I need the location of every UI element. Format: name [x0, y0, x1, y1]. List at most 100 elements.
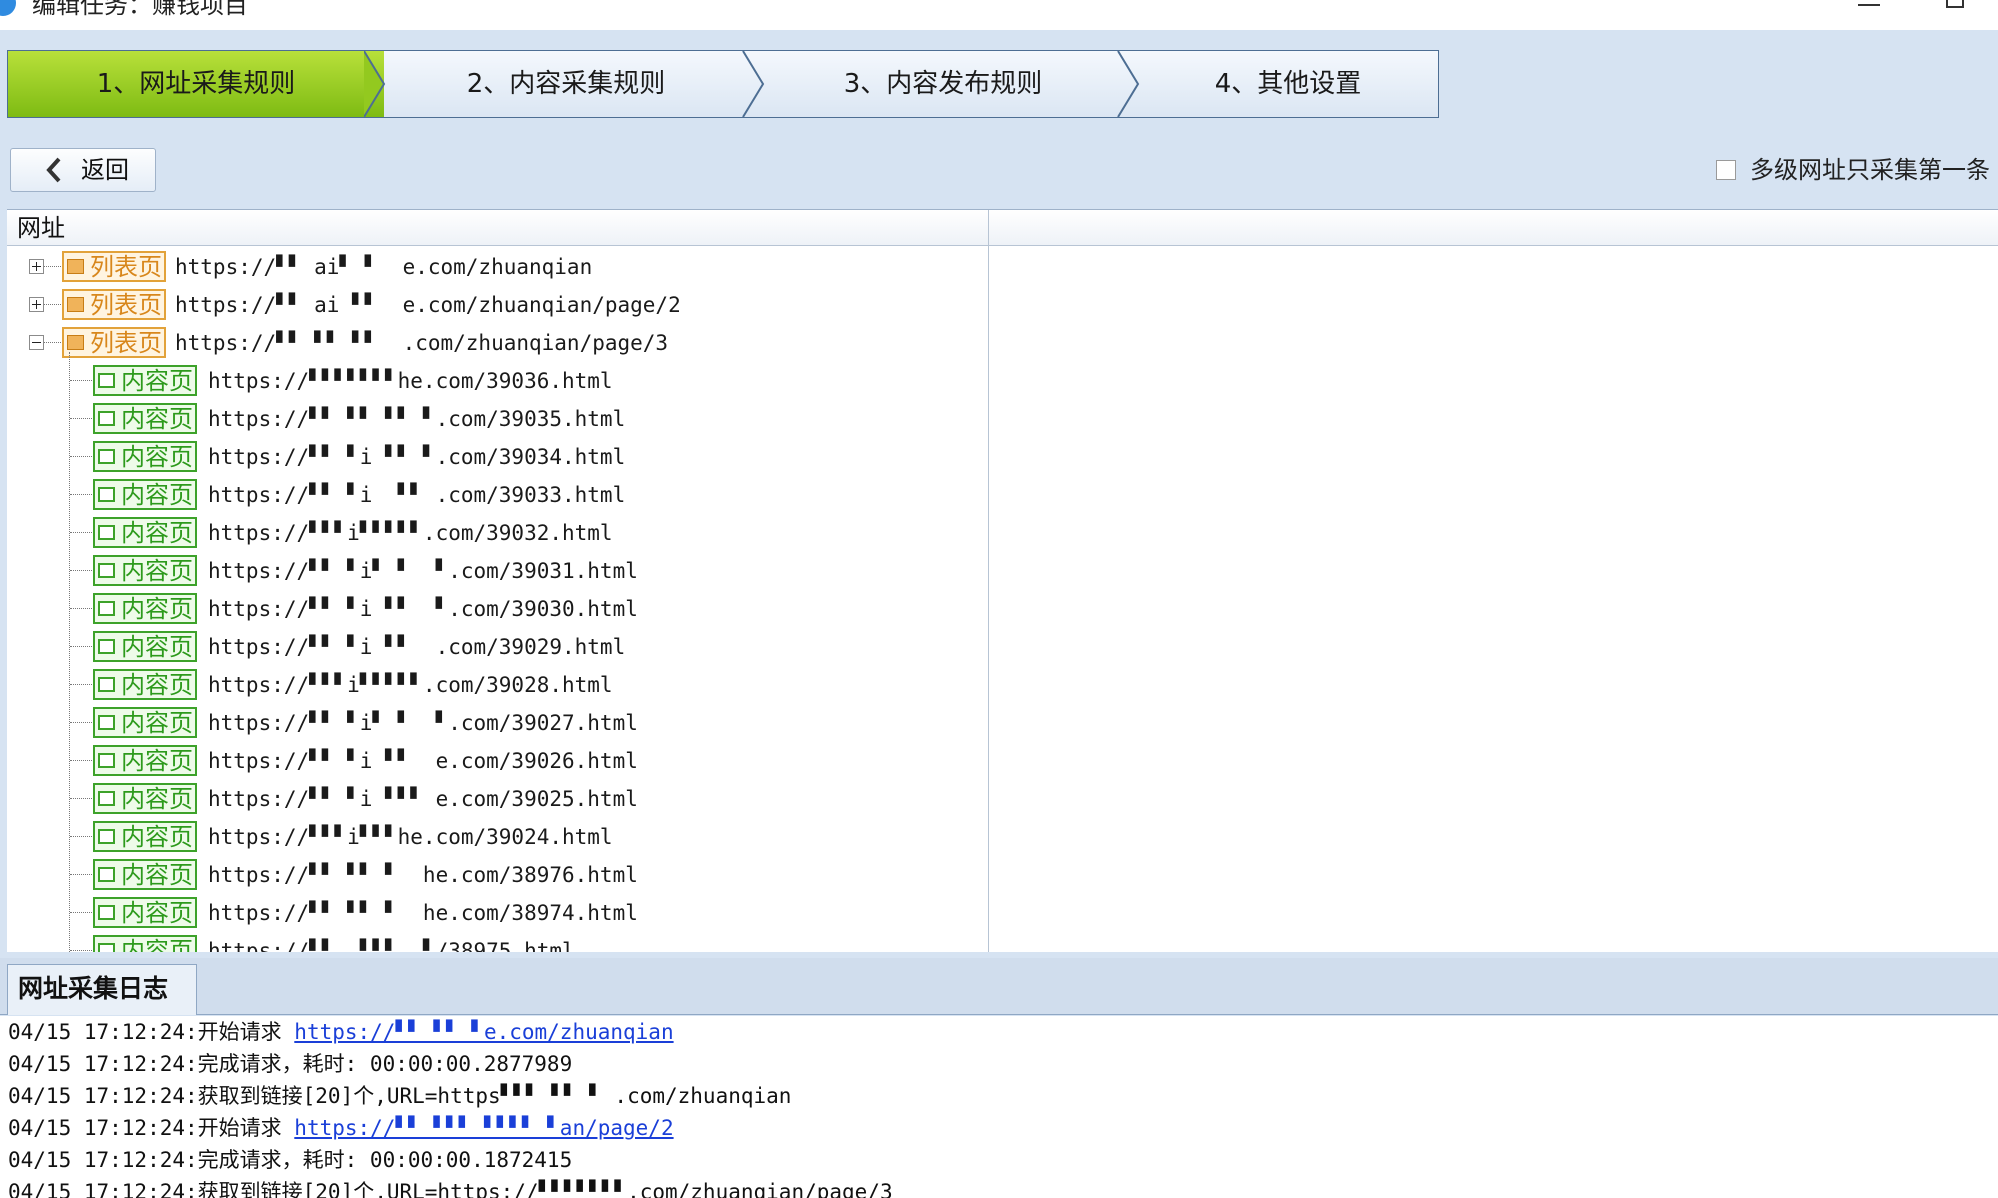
content-page-badge: 内容页	[93, 365, 197, 396]
content-page-url: https://▘▘▘i▘▘▘he.com/39024.html	[208, 825, 613, 849]
back-button[interactable]: 返回	[10, 148, 156, 192]
step-label: 4、其他设置	[1214, 69, 1362, 99]
badge-label: 内容页	[121, 557, 193, 585]
content-page-row[interactable]: 内容页 https://▘▘ ▘▘ ▘▘ ▘.com/39035.html	[7, 400, 987, 438]
content-page-row[interactable]: 内容页 https://▘▘▘i▘▘▘▘▘.com/39032.html	[7, 514, 987, 552]
step-content-rules[interactable]: 2、内容采集规则	[386, 51, 746, 117]
content-page-row[interactable]: 内容页 https://▘▘ ▘i ▘▘ .com/39029.html	[7, 628, 987, 666]
log-link[interactable]: https://▘▘ ▘▘ ▘e.com/zhuanqian	[294, 1020, 673, 1044]
window-title-bar: 编辑任务：赚钱项目	[0, 0, 1998, 30]
back-button-label: 返回	[81, 156, 129, 184]
badge-label: 内容页	[121, 937, 193, 952]
badge-label: 列表页	[90, 291, 162, 319]
content-page-row[interactable]: 内容页 https://▘▘ ▘▘▘ ▘/38975.html	[7, 932, 987, 952]
list-page-row[interactable]: 列表页 https://▘▘ ai ▘▘ e.com/zhuanqian/page…	[7, 286, 987, 324]
log-line: 04/15 17:12:24:完成请求，耗时: 00:00:00.2877989	[8, 1048, 572, 1080]
content-page-url: https://▘▘ ▘i ▘▘ .com/39029.html	[208, 635, 626, 659]
external-link-icon	[98, 563, 115, 578]
step-url-rules[interactable]: 1、网址采集规则	[8, 51, 384, 117]
step-other-settings[interactable]: 4、其他设置	[1138, 51, 1438, 117]
list-page-badge: 列表页	[62, 327, 166, 358]
content-page-badge: 内容页	[93, 403, 197, 434]
content-page-row[interactable]: 内容页 https://▘▘ ▘i ▘▘▘ e.com/39025.html	[7, 780, 987, 818]
log-text: 04/15 17:12:24:获取到链接[20]个,URL=https://▘▘…	[8, 1180, 893, 1198]
external-link-icon	[98, 677, 115, 692]
external-link-icon	[98, 829, 115, 844]
log-line: 04/15 17:12:24:获取到链接[20]个,URL=https://▘▘…	[8, 1176, 893, 1198]
multi-level-checkbox[interactable]	[1716, 160, 1736, 180]
external-link-icon	[98, 411, 115, 426]
list-page-url: https://▘▘ ai ▘▘ e.com/zhuanqian/page/2	[175, 293, 681, 317]
content-page-url: https://▘▘▘i▘▘▘▘▘.com/39032.html	[208, 521, 613, 545]
external-link-icon	[98, 449, 115, 464]
content-page-row[interactable]: 内容页 https://▘▘ ▘i ▘▘ ▘.com/39030.html	[7, 590, 987, 628]
log-line: 04/15 17:12:24:开始请求 https://▘▘ ▘▘▘ ▘▘▘▘ …	[8, 1112, 674, 1144]
content-page-url: https://▘▘ ▘i ▘▘ .com/39033.html	[208, 483, 626, 507]
content-page-row[interactable]: 内容页 https://▘▘▘i▘▘▘▘▘.com/39028.html	[7, 666, 987, 704]
content-page-badge: 内容页	[93, 593, 197, 624]
content-page-url: https://▘▘▘i▘▘▘▘▘.com/39028.html	[208, 673, 613, 697]
log-panel: 04/15 17:12:24:开始请求 https://▘▘ ▘▘ ▘e.com…	[0, 1016, 1998, 1198]
external-link-icon	[98, 715, 115, 730]
step-publish-rules[interactable]: 3、内容发布规则	[763, 51, 1123, 117]
external-link-icon	[98, 373, 115, 388]
expand-icon[interactable]	[29, 259, 44, 274]
content-page-row[interactable]: 内容页 https://▘▘ ▘i ▘▘ e.com/39026.html	[7, 742, 987, 780]
grid-header: 网址	[7, 210, 1998, 246]
maximize-button[interactable]	[1946, 0, 1964, 8]
collapse-icon[interactable]	[29, 335, 44, 350]
list-page-row[interactable]: 列表页 https://▘▘ ai▘ ▘ e.com/zhuanqian	[7, 248, 987, 286]
content-page-url: https://▘▘ ▘i ▘▘▘ e.com/39025.html	[208, 787, 638, 811]
list-page-badge: 列表页	[62, 251, 166, 282]
content-page-url: https://▘▘ ▘▘ ▘▘ ▘.com/39035.html	[208, 407, 626, 431]
column-header-url[interactable]: 网址	[17, 210, 65, 246]
log-line: 04/15 17:12:24:完成请求，耗时: 00:00:00.1872415	[8, 1144, 572, 1176]
content-page-row[interactable]: 内容页 https://▘▘▘i▘▘▘he.com/39024.html	[7, 818, 987, 856]
external-link-icon	[98, 791, 115, 806]
url-grid: 网址 列表页 https://▘▘ ai▘ ▘ e.com/zhuanqian 列表…	[7, 209, 1998, 952]
external-link-icon	[98, 639, 115, 654]
folder-icon	[67, 259, 84, 274]
external-link-icon	[98, 525, 115, 540]
content-page-row[interactable]: 内容页 https://▘▘ ▘i ▘▘ .com/39033.html	[7, 476, 987, 514]
column-divider[interactable]	[988, 210, 989, 952]
app-icon	[0, 0, 16, 16]
content-page-row[interactable]: 内容页 https://▘▘ ▘i ▘▘ ▘.com/39034.html	[7, 438, 987, 476]
content-page-url: https://▘▘ ▘i ▘▘ ▘.com/39030.html	[208, 597, 638, 621]
content-page-row[interactable]: 内容页 https://▘▘ ▘i▘ ▘ ▘.com/39031.html	[7, 552, 987, 590]
log-link[interactable]: https://▘▘ ▘▘▘ ▘▘▘▘ ▘an/page/2	[294, 1116, 673, 1140]
external-link-icon	[98, 601, 115, 616]
expand-icon[interactable]	[29, 297, 44, 312]
log-text: 04/15 17:12:24:完成请求，耗时: 00:00:00.2877989	[8, 1052, 573, 1076]
content-page-url: https://▘▘ ▘i ▘▘ e.com/39026.html	[208, 749, 638, 773]
list-page-url: https://▘▘ ▘▘ ▘▘ .com/zhuanqian/page/3	[175, 331, 669, 355]
window-title: 编辑任务：赚钱项目	[32, 0, 248, 19]
badge-label: 列表页	[90, 253, 162, 281]
minimize-button[interactable]	[1858, 0, 1880, 6]
content-page-url: https://▘▘ ▘i ▘▘ ▘.com/39034.html	[208, 445, 626, 469]
content-page-badge: 内容页	[93, 479, 197, 510]
badge-label: 列表页	[90, 329, 162, 357]
content-page-badge: 内容页	[93, 669, 197, 700]
badge-label: 内容页	[121, 709, 193, 737]
log-tab-bar: 网址采集日志	[0, 958, 1998, 1015]
tab-url-log[interactable]: 网址采集日志	[7, 964, 197, 1015]
badge-label: 内容页	[121, 747, 193, 775]
badge-label: 内容页	[121, 633, 193, 661]
multi-level-option[interactable]: 多级网址只采集第一条	[1716, 154, 1990, 186]
list-page-url: https://▘▘ ai▘ ▘ e.com/zhuanqian	[175, 255, 593, 279]
log-text: 04/15 17:12:24:完成请求，耗时: 00:00:00.1872415	[8, 1148, 573, 1172]
content-page-badge: 内容页	[93, 821, 197, 852]
folder-icon	[67, 335, 84, 350]
content-page-row[interactable]: 内容页 https://▘▘ ▘▘ ▘ he.com/38974.html	[7, 894, 987, 932]
content-page-row[interactable]: 内容页 https://▘▘▘▘▘▘▘he.com/39036.html	[7, 362, 987, 400]
log-line: 04/15 17:12:24:获取到链接[20]个,URL=https▘▘▘ ▘…	[8, 1080, 791, 1112]
content-page-badge: 内容页	[93, 859, 197, 890]
url-tree: 列表页 https://▘▘ ai▘ ▘ e.com/zhuanqian 列表页 ht…	[7, 246, 987, 952]
content-page-badge: 内容页	[93, 707, 197, 738]
log-text: 04/15 17:12:24:开始请求	[8, 1020, 295, 1044]
content-page-row[interactable]: 内容页 https://▘▘ ▘i▘ ▘ ▘.com/39027.html	[7, 704, 987, 742]
content-page-row[interactable]: 内容页 https://▘▘ ▘▘ ▘ he.com/38976.html	[7, 856, 987, 894]
badge-label: 内容页	[121, 481, 193, 509]
list-page-row[interactable]: 列表页 https://▘▘ ▘▘ ▘▘ .com/zhuanqian/page/…	[7, 324, 987, 362]
